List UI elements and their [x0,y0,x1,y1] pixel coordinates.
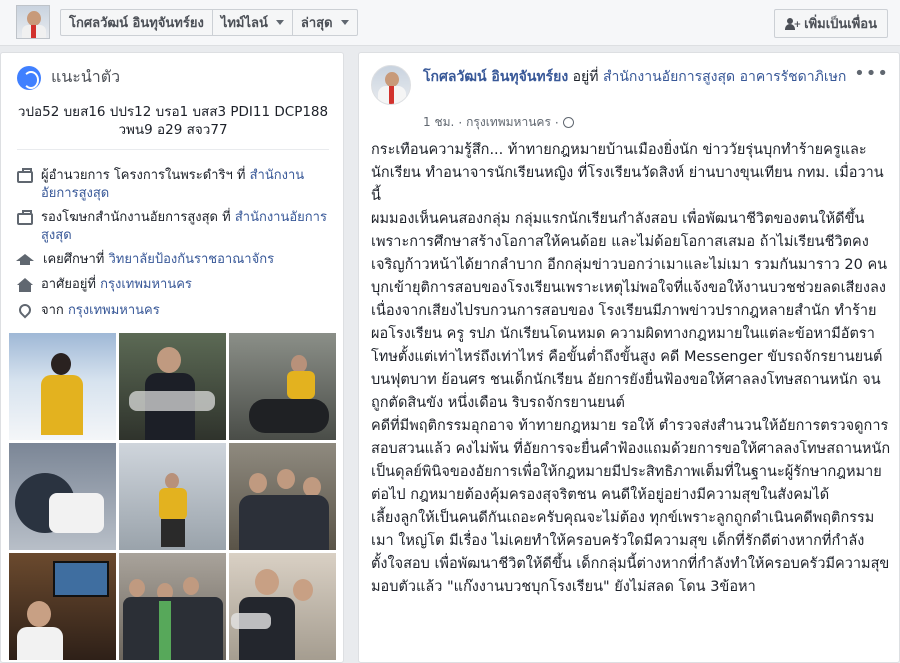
more-options-icon[interactable]: ••• [854,63,889,84]
intro-title: แนะนำตัว [51,67,121,86]
post-paragraph: เลี้ยงลูกให้เป็นคนดีกันเถอะครับคุณจะไม่ต… [371,510,890,572]
intro-item-from: จาก กรุงเทพมหานคร [16,301,329,320]
nav-recent[interactable]: ล่าสุด [293,10,357,35]
link-city[interactable]: กรุงเทพมหานคร [100,277,192,292]
divider [17,149,329,150]
profile-top-bar: โกศลวัฒน์ อินทุจันทร์ยง ไทม์ไลน์ ล่าสุด … [0,0,900,46]
briefcase-icon [17,210,33,225]
post-paragraph: ผมมองเห็นคนสองกลุ่ม กลุ่มแรกนักเรียนกำลั… [371,211,888,411]
post-author-name[interactable]: โกศลวัฒน์ อินทุจันทร์ยง [423,69,568,85]
intro-item-work-1: ผู้อำนวยการ โครงการในพระดำริฯ ที่ สำนักง… [17,167,329,203]
intro-bio: วปอ52 บยส16 ปปร12 บรอ1 บสส3 PDI11 DCP188… [17,104,329,138]
post-paragraph: มอบตัวแล้ว "แก๊งงานบวชบุกโรงเรียน" ยังไม… [371,579,756,595]
photo-thumbnail[interactable] [9,333,116,440]
profile-nav: โกศลวัฒน์ อินทุจันทร์ยง ไทม์ไลน์ ล่าสุด [60,9,358,36]
nav-timeline[interactable]: ไทม์ไลน์ [213,10,293,35]
photo-thumbnail[interactable] [9,443,116,550]
post-body: กระเทือนความรู้สึก... ท้าทายกฎหมายบ้านเม… [371,139,891,599]
post-location-link[interactable]: สำนักงานอัยการสูงสุด อาคารรัชดาภิเษก [603,69,846,85]
home-icon [17,278,33,292]
post-timestamp[interactable]: 1 ชม. [423,113,454,132]
chevron-down-icon [275,20,284,25]
post-meta: 1 ชม. · กรุงเทพมหานคร · [423,113,574,132]
photo-thumbnail[interactable] [9,553,116,660]
photo-thumbnail[interactable] [229,443,336,550]
profile-avatar[interactable] [16,5,50,39]
photo-thumbnail[interactable] [119,443,226,550]
nav-profile-name[interactable]: โกศลวัฒน์ อินทุจันทร์ยง [61,10,213,35]
photo-thumbnail[interactable] [119,553,226,660]
intro-item-work-2: รองโฆษกสำนักงานอัยการสูงสุด ที่ สำนักงาน… [17,209,329,245]
intro-item-lives-in: อาศัยอยู่ที่ กรุงเทพมหานคร [17,276,329,294]
post-city[interactable]: กรุงเทพมหานคร [466,113,551,132]
intro-card: แนะนำตัว วปอ52 บยส16 ปปร12 บรอ1 บสส3 PDI… [0,52,344,663]
photo-thumbnail[interactable] [119,333,226,440]
photo-thumbnail[interactable] [229,553,336,660]
link-school[interactable]: วิทยาลัยป้องกันราชอาณาจักร [108,252,274,267]
intro-item-education: เคยศึกษาที่ วิทยาลัยป้องกันราชอาณาจักร [16,251,329,269]
add-person-icon: + [785,17,801,30]
photo-thumbnail[interactable] [229,333,336,440]
location-pin-icon [16,301,34,319]
public-globe-icon [562,117,574,128]
briefcase-icon [17,168,33,183]
post-paragraph: คดีที่มีพฤติกรรมอุกอาจ ท้าทายกฎหมาย รอให… [371,418,891,503]
add-friend-button[interactable]: + เพิ่มเป็นเพื่อน [774,9,888,38]
photo-grid [9,333,337,661]
graduation-cap-icon [16,254,34,265]
link-hometown[interactable]: กรุงเทพมหานคร [68,303,160,318]
globe-icon [17,65,41,90]
post-author-avatar[interactable] [371,65,411,105]
post-header: โกศลวัฒน์ อินทุจันทร์ยง อยู่ที่ สำนักงาน… [423,69,847,85]
post-paragraph: กระเทือนความรู้สึก... ท้าทายกฎหมายบ้านเม… [371,142,884,204]
chevron-down-icon [340,20,349,25]
post-card: โกศลวัฒน์ อินทุจันทร์ยง อยู่ที่ สำนักงาน… [358,52,900,663]
